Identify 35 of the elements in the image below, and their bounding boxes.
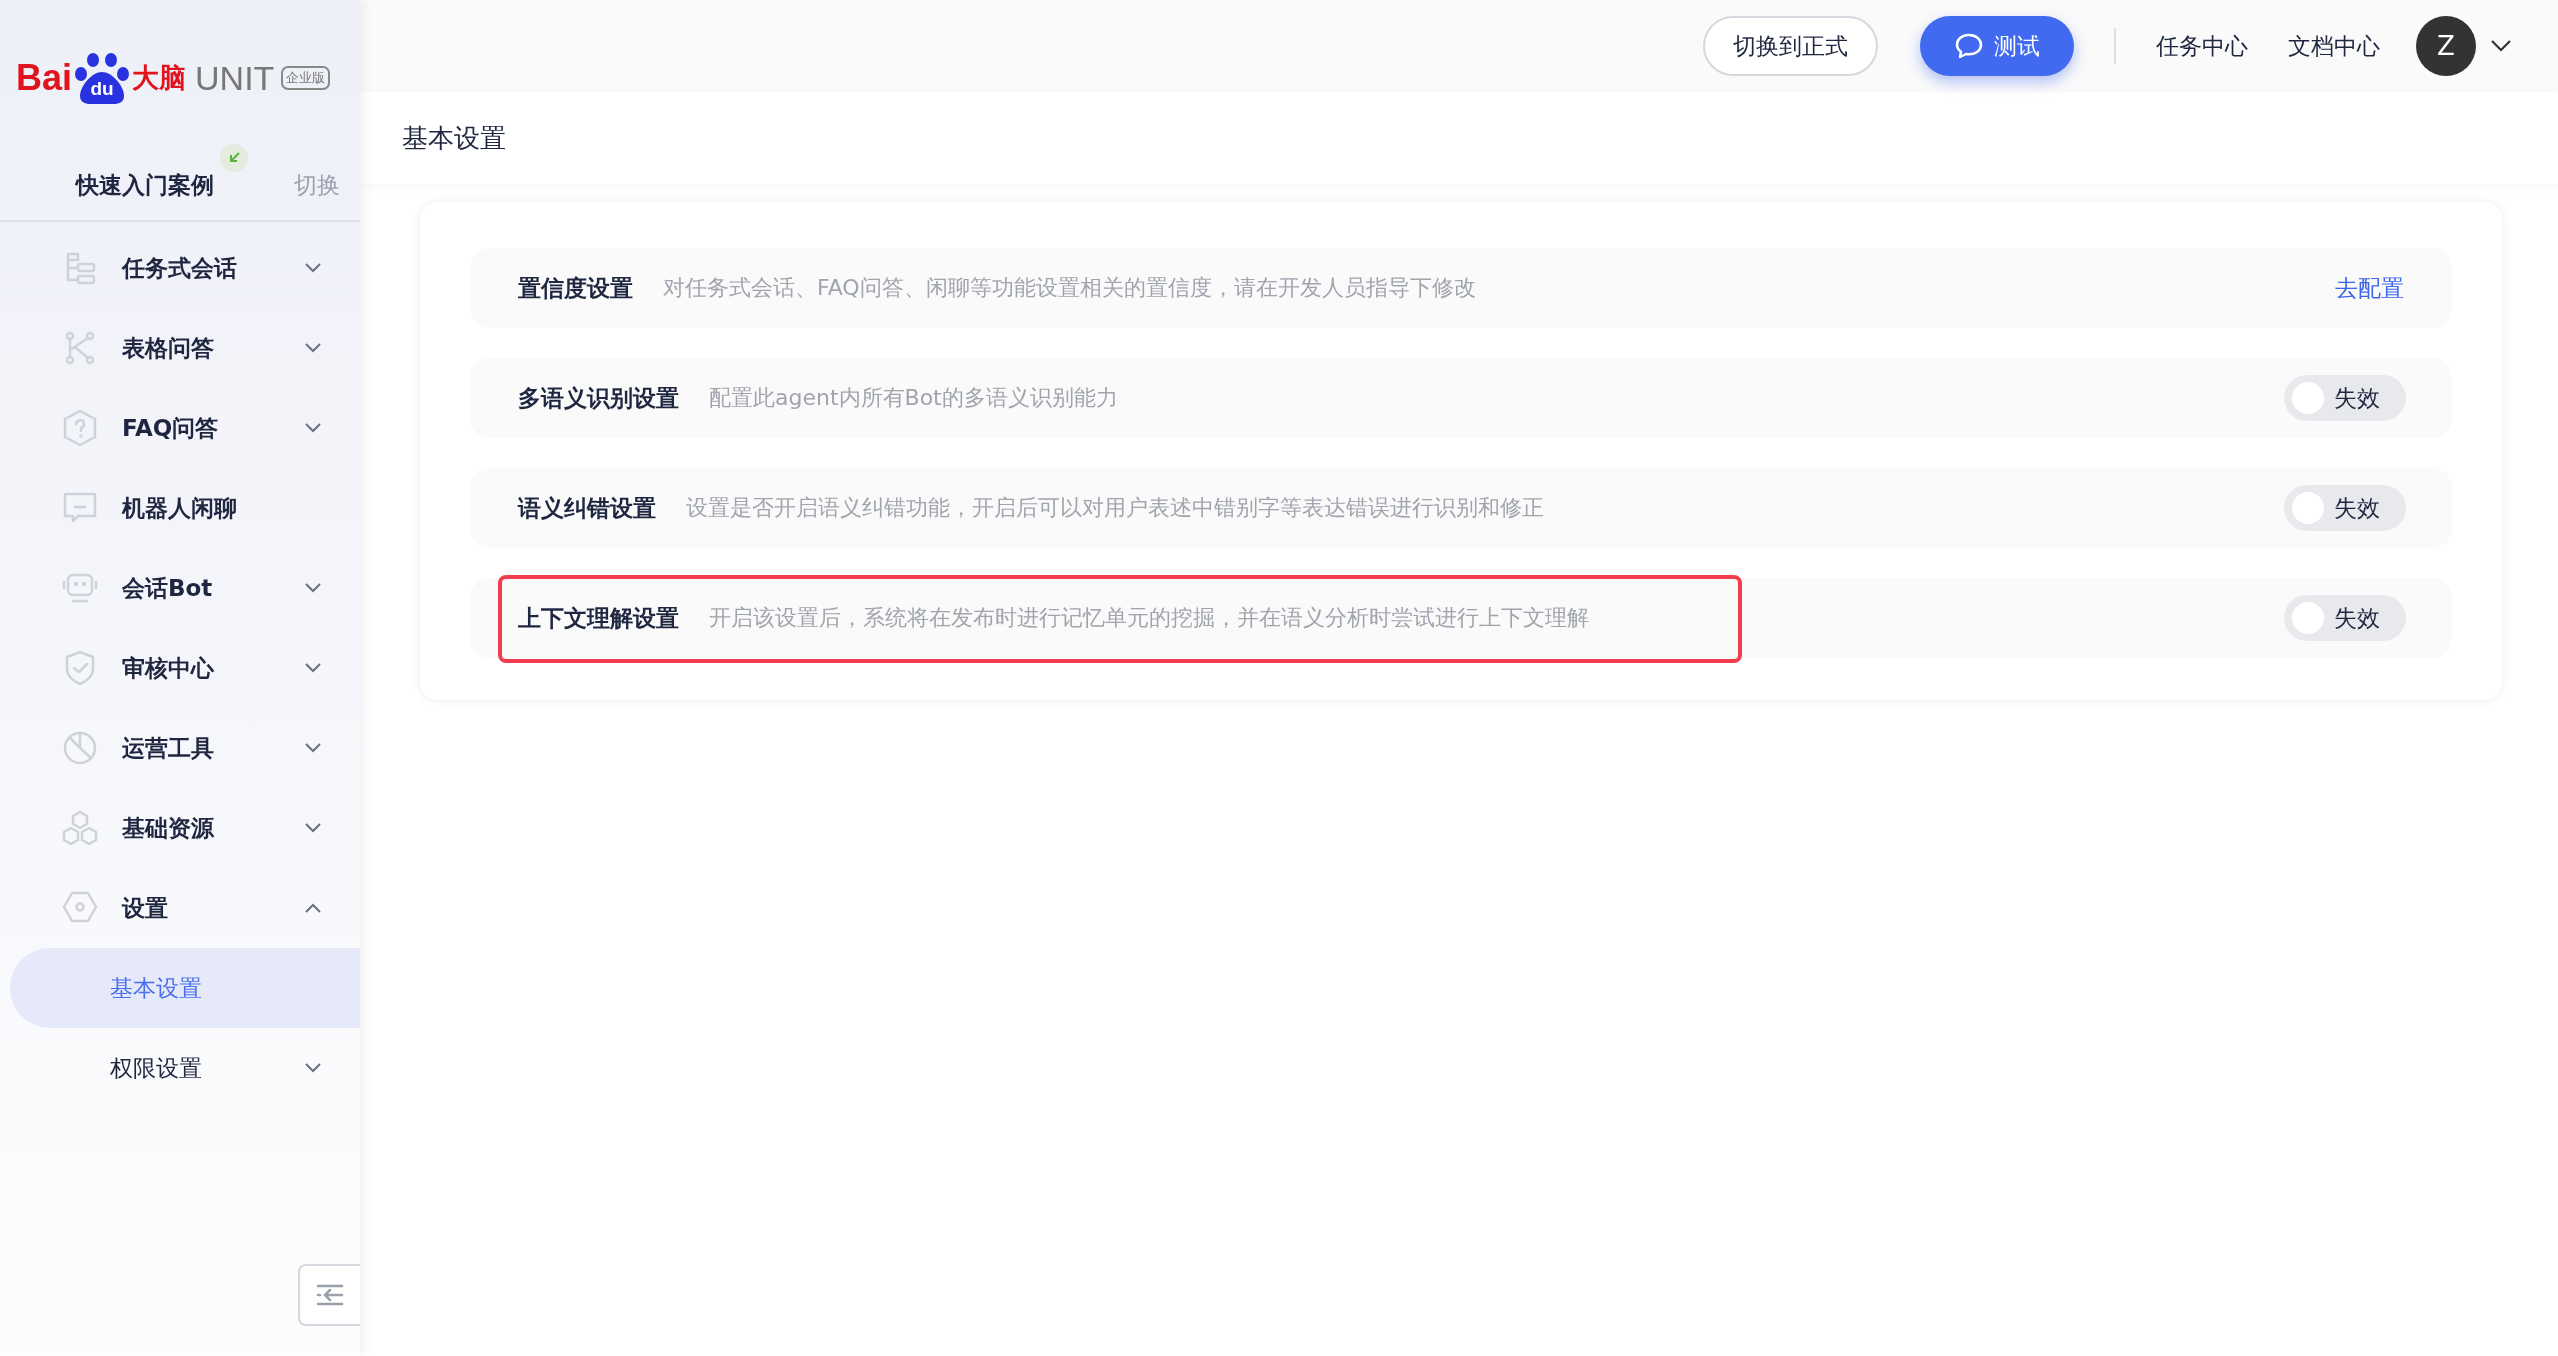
- nav-link[interactable]: 文档中心: [2288, 30, 2380, 62]
- switch-button[interactable]: 切换到正式: [1703, 16, 1878, 76]
- sidebar-item[interactable]: 任务式会话: [10, 228, 360, 308]
- sidebar-item[interactable]: 会话Bot: [10, 548, 360, 628]
- sidebar-item[interactable]: FAQ问答: [10, 388, 360, 468]
- page-title: 基本设置: [360, 92, 2558, 184]
- setting-description: 开启该设置后，系统将在发布时进行记忆单元的挖掘，并在语义分析时尝试进行上下文理解: [709, 604, 1589, 632]
- sidebar-item[interactable]: 运营工具: [10, 708, 360, 788]
- setting-description: 对任务式会话、FAQ问答、闲聊等功能设置相关的置信度，请在开发人员指导下修改: [663, 274, 1476, 302]
- logo-text: 大脑: [132, 61, 187, 95]
- sidebar-item[interactable]: 机器人闲聊: [10, 468, 360, 548]
- nav-link[interactable]: 任务中心: [2156, 30, 2248, 62]
- sidebar-item[interactable]: 设置: [10, 868, 360, 948]
- toggle-switch[interactable]: 失效: [2284, 595, 2406, 641]
- quick-start-label[interactable]: 快速入门案例: [76, 171, 214, 198]
- product-name: UNIT: [195, 58, 275, 98]
- logo-text: du: [90, 79, 114, 101]
- configure-link[interactable]: 去配置: [2335, 272, 2404, 304]
- sidebar-item[interactable]: 表格问答: [10, 308, 360, 388]
- toggle-switch[interactable]: 失效: [2284, 485, 2406, 531]
- setting-description: 配置此agent内所有Bot的多语义识别能力: [709, 384, 1118, 412]
- sidebar-item[interactable]: 权限设置: [10, 1028, 360, 1108]
- setting-title: 置信度设置: [518, 273, 633, 303]
- logo-text: Bai: [16, 57, 73, 99]
- test-button[interactable]: 测试: [1920, 16, 2074, 76]
- setting-title: 多语义识别设置: [518, 383, 679, 413]
- setting-description: 设置是否开启语义纠错功能，开启后可以对用户表述中错别字等表达错误进行识别和修正: [686, 494, 1544, 522]
- sidebar-item[interactable]: 审核中心: [10, 628, 360, 708]
- setting-title: 上下文理解设置: [518, 603, 679, 633]
- sidebar-item[interactable]: 基本设置: [10, 948, 360, 1028]
- sidebar-item[interactable]: 基础资源: [10, 788, 360, 868]
- user-avatar[interactable]: Z: [2416, 16, 2476, 76]
- edition-badge: 企业版: [281, 66, 331, 90]
- setting-title: 语义纠错设置: [518, 493, 656, 523]
- toggle-switch[interactable]: 失效: [2284, 375, 2406, 421]
